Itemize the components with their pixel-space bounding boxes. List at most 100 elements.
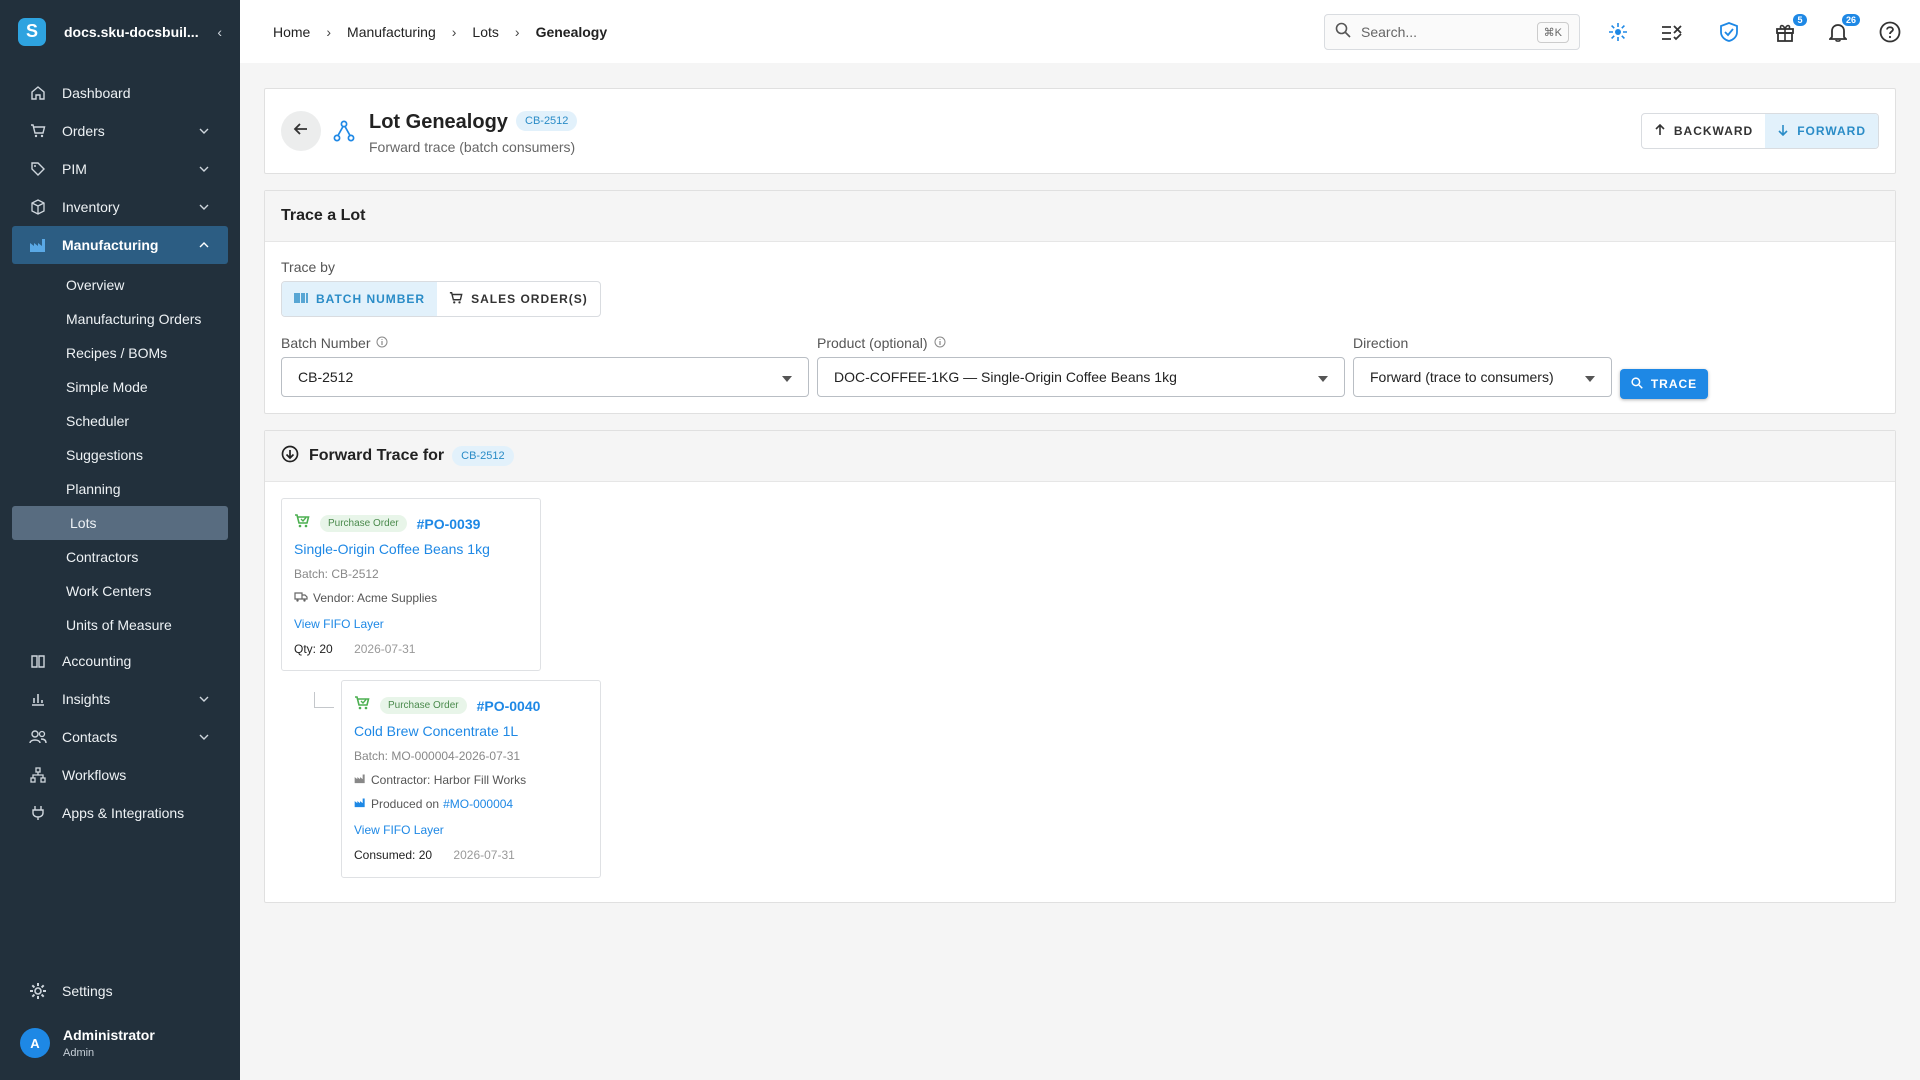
trace-form: Trace a Lot Trace by BATCH NUMBER SALES … (264, 190, 1896, 414)
sidebar-subitem-planning[interactable]: Planning (0, 472, 240, 506)
sidebar-subitem-manufacturing-orders[interactable]: Manufacturing Orders (0, 302, 240, 336)
factory-icon (354, 773, 371, 787)
po-link[interactable]: #PO-0040 (477, 698, 541, 714)
product-link[interactable]: Single-Origin Coffee Beans 1kg (294, 541, 490, 557)
breadcrumb-manufacturing[interactable]: Manufacturing (347, 24, 436, 40)
sidebar-nav: Dashboard Orders PIM Inventory Manufactu… (0, 74, 240, 832)
breadcrumb-separator: › (514, 23, 520, 40)
sales-orders-button[interactable]: SALES ORDER(S) (437, 282, 600, 316)
sidebar-item-label: PIM (62, 161, 87, 177)
view-fifo-layer-link[interactable]: View FIFO Layer (294, 617, 384, 631)
gift-icon[interactable]: 5 (1773, 14, 1807, 44)
node-batch: Batch: MO-000004-2026-07-31 (354, 749, 521, 763)
node-qty: Qty: 20 2026-07-31 (294, 642, 415, 656)
cart-check-icon (294, 513, 310, 534)
sidebar-subitem-simple-mode[interactable]: Simple Mode (0, 370, 240, 404)
sidebar-item-orders[interactable]: Orders (0, 112, 240, 150)
user-name: Administrator (63, 1027, 155, 1043)
trace-button[interactable]: TRACE (1620, 369, 1708, 399)
ai-sparkle-icon[interactable] (1606, 20, 1630, 44)
help-icon[interactable] (1878, 20, 1902, 44)
batch-number-select[interactable]: CB-2512 (281, 357, 809, 397)
chevron-down-icon (198, 124, 210, 140)
topbar: Home › Manufacturing › Lots › Genealogy … (240, 0, 1920, 63)
sidebar-item-label: Insights (62, 691, 111, 707)
trace-node: Purchase Order #PO-0039 Single-Origin Co… (281, 498, 541, 671)
collapse-sidebar-icon[interactable]: ‹ (217, 24, 222, 40)
sidebar-item-workflows[interactable]: Workflows (0, 756, 240, 794)
arrow-circle-down-icon (281, 445, 309, 468)
sidebar-item-settings[interactable]: Settings (0, 971, 240, 1011)
sidebar-item-manufacturing[interactable]: Manufacturing (12, 226, 228, 264)
tag-icon (28, 159, 48, 179)
tasks-icon[interactable] (1660, 20, 1684, 44)
sidebar-item-contacts[interactable]: Contacts (0, 718, 240, 756)
node-batch: Batch: CB-2512 (294, 567, 379, 581)
breadcrumb-lots[interactable]: Lots (472, 24, 498, 40)
batch-number-button[interactable]: BATCH NUMBER (282, 282, 438, 316)
forward-button[interactable]: FORWARD (1765, 114, 1878, 148)
node-date: 2026-07-31 (453, 848, 515, 862)
sidebar-item-insights[interactable]: Insights (0, 680, 240, 718)
product-select[interactable]: DOC-COFFEE-1KG — Single-Origin Coffee Be… (817, 357, 1345, 397)
user-profile[interactable]: A Administrator Admin (20, 1027, 155, 1059)
product-link[interactable]: Cold Brew Concentrate 1L (354, 723, 518, 739)
trace-by-toggle: BATCH NUMBER SALES ORDER(S) (281, 281, 601, 317)
app-logo[interactable]: S (18, 17, 46, 46)
chevron-down-icon (198, 730, 210, 746)
page-title: Lot Genealogy (369, 111, 508, 133)
qty-value: 20 (319, 642, 333, 656)
node-qty: Consumed: 20 2026-07-31 (354, 848, 515, 862)
barcode-icon (294, 292, 316, 306)
sidebar-subitem-work-centers[interactable]: Work Centers (0, 574, 240, 608)
breadcrumb-home[interactable]: Home (273, 24, 310, 40)
back-button[interactable] (281, 111, 321, 151)
sidebar-subitem-overview[interactable]: Overview (0, 268, 240, 302)
book-icon (28, 651, 48, 671)
product-value: DOC-COFFEE-1KG — Single-Origin Coffee Be… (834, 369, 1177, 385)
sidebar-subitem-lots[interactable]: Lots (12, 506, 228, 540)
cart-icon (449, 291, 471, 308)
search-icon (1631, 376, 1651, 392)
node-contractor: Contractor: Harbor Fill Works (354, 773, 526, 787)
caret-down-icon (1318, 369, 1328, 385)
sidebar-item-label: Accounting (62, 653, 132, 669)
direction-select[interactable]: Forward (trace to consumers) (1353, 357, 1612, 397)
bar-chart-icon (28, 689, 48, 709)
view-fifo-layer-link[interactable]: View FIFO Layer (354, 823, 444, 837)
notifications-icon[interactable]: 26 (1826, 14, 1860, 44)
chevron-up-icon (198, 238, 210, 254)
node-date: 2026-07-31 (354, 642, 416, 656)
sidebar-item-pim[interactable]: PIM (0, 150, 240, 188)
org-name[interactable]: docs.sku-docsbuil... (64, 24, 217, 40)
sidebar-item-label: Settings (62, 983, 113, 999)
chevron-down-icon (198, 692, 210, 708)
sidebar-subitem-recipes-boms[interactable]: Recipes / BOMs (0, 336, 240, 370)
contractor-text: Contractor: Harbor Fill Works (371, 773, 527, 787)
chevron-down-icon (198, 162, 210, 178)
truck-icon (294, 591, 313, 605)
shield-icon[interactable] (1717, 20, 1741, 44)
home-icon (28, 83, 48, 103)
sidebar-subitem-suggestions[interactable]: Suggestions (0, 438, 240, 472)
sidebar-item-accounting[interactable]: Accounting (0, 642, 240, 680)
direction-field-label: Direction (1353, 335, 1409, 351)
sidebar-item-label: Inventory (62, 199, 120, 215)
sidebar-item-inventory[interactable]: Inventory (0, 188, 240, 226)
trace-results-title: Forward Trace for (309, 447, 445, 464)
manufacturing-submenu: Overview Manufacturing Orders Recipes / … (0, 268, 240, 642)
sidebar-subitem-contractors[interactable]: Contractors (0, 540, 240, 574)
mo-link[interactable]: #MO-000004 (443, 797, 513, 811)
info-icon (934, 335, 946, 351)
avatar: A (20, 1028, 50, 1058)
backward-button[interactable]: BACKWARD (1642, 114, 1765, 148)
sidebar-item-apps-integrations[interactable]: Apps & Integrations (0, 794, 240, 832)
po-link[interactable]: #PO-0039 (417, 516, 481, 532)
search-input[interactable]: Search... ⌘K (1324, 14, 1580, 50)
node-produced-on: Produced on #MO-000004 (354, 797, 513, 811)
lot-chip: CB-2512 (516, 111, 578, 131)
sidebar-subitem-scheduler[interactable]: Scheduler (0, 404, 240, 438)
genealogy-icon (333, 120, 355, 147)
sidebar-item-dashboard[interactable]: Dashboard (0, 74, 240, 112)
sidebar-subitem-units-of-measure[interactable]: Units of Measure (0, 608, 240, 642)
